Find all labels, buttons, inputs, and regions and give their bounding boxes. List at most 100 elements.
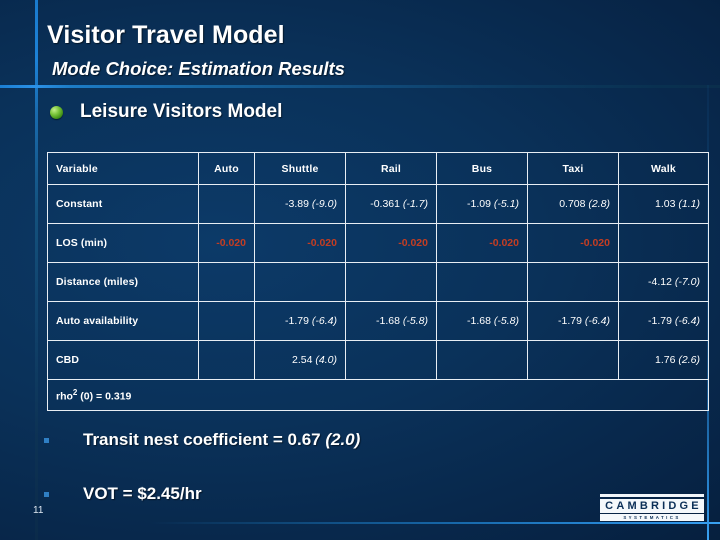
bullet-vot-label: VOT = $2.45/hr: [83, 484, 202, 504]
table-header-row: Variable Auto Shuttle Rail Bus Taxi Walk: [47, 152, 709, 185]
tstat-value: (-6.4): [584, 315, 610, 327]
table-cell-value: -0.020: [198, 223, 255, 263]
slide-canvas: Visitor Travel Model Mode Choice: Estima…: [0, 0, 720, 540]
table-cell-value: [436, 340, 528, 380]
col-header-variable: Variable: [47, 152, 199, 185]
col-header-walk: Walk: [618, 152, 709, 185]
coefficient-value: -3.89: [285, 198, 312, 210]
col-header-taxi: Taxi: [527, 152, 619, 185]
coefficient-value: -4.12: [648, 276, 675, 288]
logo-top-bar: [600, 494, 704, 497]
col-header-bus: Bus: [436, 152, 528, 185]
table-cell-value: -1.79 (-6.4): [527, 301, 619, 341]
table-cell-value: -0.020: [345, 223, 437, 263]
table-row: Distance (miles) -4.12 (-7.0): [47, 262, 709, 302]
col-header-auto: Auto: [198, 152, 255, 185]
table-row: Constant -3.89 (-9.0) -0.361 (-1.7) -1.09 (…: [47, 184, 709, 224]
table-row: Auto availability -1.79 (-6.4) -1.68 (-5.8…: [47, 301, 709, 341]
table-cell-value: [436, 262, 528, 302]
tstat-value: (4.0): [315, 354, 337, 366]
table-cell-value: 0.708 (2.8): [527, 184, 619, 224]
footer-divider-rule: [150, 522, 720, 524]
rho-label: rho: [56, 390, 73, 403]
table-cell-value: -0.020: [527, 223, 619, 263]
bullet-1-plain: VOT = $2.45/hr: [83, 484, 202, 503]
slide-subtitle: Mode Choice: Estimation Results: [52, 58, 345, 79]
logo-subtext: SYSTEMATICS: [600, 514, 704, 521]
table-cell-value: -1.79 (-6.4): [618, 301, 709, 341]
tstat-value: (-6.4): [674, 315, 700, 327]
table-cell-value: -0.020: [436, 223, 528, 263]
bullet-transit-nest-label: Transit nest coefficient = 0.67 (2.0): [83, 430, 360, 450]
table-cell-value: [527, 340, 619, 380]
table-cell-value: [527, 262, 619, 302]
table-cell-value: -1.68 (-5.8): [436, 301, 528, 341]
tstat-value: (-5.8): [493, 315, 519, 327]
square-bullet-icon: [44, 491, 49, 497]
table-cell-value: 1.03 (1.1): [618, 184, 709, 224]
table-cell-variable: Constant: [47, 184, 199, 224]
coefficient-value: 1.03: [655, 198, 679, 210]
section-bullet: Leisure Visitors Model: [50, 101, 282, 123]
cambridge-systematics-logo: CAMBRIDGE SYSTEMATICS: [600, 494, 704, 521]
table-cell-variable: Distance (miles): [47, 262, 199, 302]
tstat-value: (-6.4): [311, 315, 337, 327]
table-cell-variable: CBD: [47, 340, 199, 380]
table-cell-value: -1.09 (-5.1): [436, 184, 528, 224]
table-footer-row: rho2 (0) = 0.319: [47, 379, 709, 411]
table-cell-value: [345, 340, 437, 380]
header-divider-rule: [0, 85, 720, 88]
table-cell-value: [198, 301, 255, 341]
coefficient-value: 0.708: [559, 198, 589, 210]
left-vertical-accent-rule: [35, 0, 38, 540]
table-cell-value: -3.89 (-9.0): [254, 184, 346, 224]
coefficient-value: -1.79: [648, 315, 675, 327]
table-cell-value: [198, 262, 255, 302]
tstat-value: (-5.8): [402, 315, 428, 327]
rho-squared-statistic: rho2 (0) = 0.319: [47, 379, 709, 411]
table-cell-value: 2.54 (4.0): [254, 340, 346, 380]
page-number: 11: [33, 505, 44, 516]
coefficient-value: 2.54: [292, 354, 316, 366]
coefficient-value: -1.79: [558, 315, 585, 327]
table-cell-value: -0.361 (-1.7): [345, 184, 437, 224]
col-header-rail: Rail: [345, 152, 437, 185]
table-cell-value: [254, 262, 346, 302]
table-cell-variable: Auto availability: [47, 301, 199, 341]
table-body: Constant -3.89 (-9.0) -0.361 (-1.7) -1.09 (…: [47, 184, 709, 380]
table-cell-value: 1.76 (2.6): [618, 340, 709, 380]
tstat-value: (2.8): [588, 198, 610, 210]
table-cell-value: -1.79 (-6.4): [254, 301, 346, 341]
table-row: CBD 2.54 (4.0) 1.76 (2.6): [47, 340, 709, 380]
bullet-0-plain: Transit nest coefficient = 0.67: [83, 430, 326, 449]
estimation-results-table: Variable Auto Shuttle Rail Bus Taxi Walk…: [47, 152, 709, 411]
tstat-value: (-5.1): [493, 198, 519, 210]
tstat-value: (-7.0): [674, 276, 700, 288]
bullet-transit-nest-coefficient: Transit nest coefficient = 0.67 (2.0): [44, 430, 360, 450]
table-cell-value: [198, 184, 255, 224]
estimation-results-table-wrapper: Variable Auto Shuttle Rail Bus Taxi Walk…: [47, 152, 709, 411]
table-cell-value: -1.68 (-5.8): [345, 301, 437, 341]
table-cell-value: [618, 223, 709, 263]
bullet-0-italic: (2.0): [325, 430, 361, 449]
table-cell-value: -0.020: [254, 223, 346, 263]
coefficient-value: -0.361: [370, 198, 403, 210]
green-sphere-bullet-icon: [50, 105, 63, 119]
table-cell-value: [345, 262, 437, 302]
bullet-vot: VOT = $2.45/hr: [44, 484, 202, 504]
table-row: LOS (min) -0.020 -0.020 -0.020 -0.020 -0.020: [47, 223, 709, 263]
slide-title: Visitor Travel Model: [47, 21, 285, 49]
coefficient-value: -1.79: [285, 315, 312, 327]
table-cell-value: [198, 340, 255, 380]
coefficient-value: -1.09: [467, 198, 494, 210]
col-header-shuttle: Shuttle: [254, 152, 346, 185]
tstat-value: (-1.7): [402, 198, 428, 210]
table-cell-value: -4.12 (-7.0): [618, 262, 709, 302]
tstat-value: (-9.0): [311, 198, 337, 210]
tstat-value: (2.6): [678, 354, 700, 366]
coefficient-value: 1.76: [655, 354, 679, 366]
square-bullet-icon: [44, 437, 49, 443]
rho-value: (0) = 0.319: [77, 390, 132, 403]
section-bullet-label: Leisure Visitors Model: [80, 101, 283, 122]
coefficient-value: -1.68: [467, 315, 494, 327]
